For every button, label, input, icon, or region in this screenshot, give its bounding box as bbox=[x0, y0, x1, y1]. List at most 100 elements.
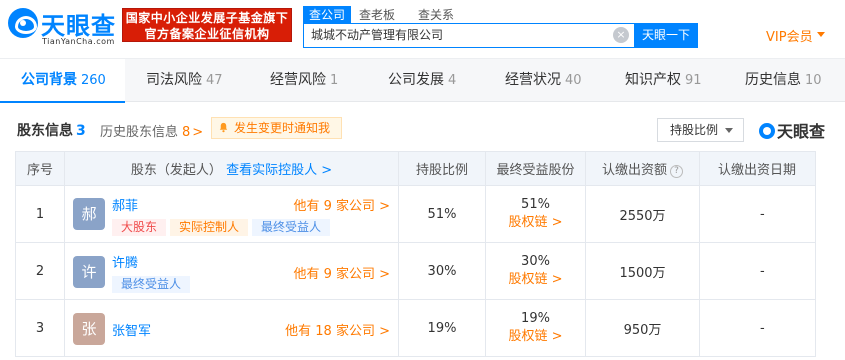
col-holder-header: 股东（发起人） 查看实际控股人 > bbox=[64, 151, 399, 186]
section-nav: 公司背景 260 司法风险 47 经营风险 1 公司发展 4 经营状况 40 知识产权 91… bbox=[0, 58, 845, 103]
other-companies-link[interactable]: 他有 18 家公司 > bbox=[285, 320, 390, 339]
holder-name-link[interactable]: 许腾 bbox=[112, 252, 138, 271]
capital-header-label: 认缴出资额 bbox=[601, 163, 667, 178]
nav-company-background[interactable]: 公司背景 260 bbox=[0, 59, 125, 103]
nav-count: 260 bbox=[81, 73, 106, 88]
nav-count: 47 bbox=[206, 73, 223, 88]
search-input[interactable]: 城城不动产管理有限公司 bbox=[303, 23, 635, 48]
equity-chain-link[interactable]: 股权链 > bbox=[486, 328, 585, 346]
final-benefit-value: 30% bbox=[521, 254, 550, 269]
view-actual-controller-link[interactable]: 查看实际控股人 > bbox=[226, 163, 332, 178]
history-count: 8 bbox=[182, 125, 191, 140]
chevron-right-icon: > bbox=[192, 125, 204, 140]
final-benefit-value: 51% bbox=[521, 197, 550, 212]
site-header: 天眼查 TianYanCha.com 国家中小企业发展子基金旗下 官方备案企业征… bbox=[0, 0, 845, 58]
equity-chain-link[interactable]: 股权链 > bbox=[486, 214, 585, 232]
col-ratio-header: 持股比例 bbox=[398, 151, 486, 186]
search-button[interactable]: 天眼一下 bbox=[634, 23, 698, 48]
clear-search-icon[interactable]: × bbox=[613, 27, 629, 43]
ratio-sort-select[interactable]: 持股比例 bbox=[657, 118, 744, 142]
holder-tags: 大股东 实际控制人 最终受益人 bbox=[112, 218, 334, 236]
row-index: 1 bbox=[15, 185, 65, 243]
chevron-down-icon bbox=[725, 128, 733, 133]
ratio-select-label: 持股比例 bbox=[670, 123, 719, 137]
logo-text: 天眼查 bbox=[41, 12, 116, 40]
badge-line-1: 国家中小企业发展子基金旗下 bbox=[125, 11, 289, 25]
date-cell: - bbox=[699, 185, 816, 243]
ratio-cell: 51% bbox=[398, 185, 486, 243]
date-cell: - bbox=[699, 242, 816, 300]
logo-subtitle: TianYanCha.com bbox=[42, 37, 115, 46]
holder-tags: 最终受益人 bbox=[112, 275, 194, 293]
col-capital-header: 认缴出资额? bbox=[585, 151, 700, 186]
final-benefit-cell: 19% 股权链 > bbox=[485, 299, 586, 357]
ratio-cell: 19% bbox=[398, 299, 486, 357]
tab-search-boss[interactable]: 查老板 bbox=[359, 6, 395, 24]
other-companies-link[interactable]: 他有 9 家公司 > bbox=[293, 263, 390, 282]
notify-on-change-button[interactable]: 发生变更时通知我 bbox=[211, 117, 342, 139]
table-row: 2 许 许腾 他有 9 家公司 > 最终受益人 30% 30% 股权链 > 15… bbox=[15, 242, 845, 300]
vip-caret-down-icon[interactable] bbox=[817, 32, 825, 37]
row-index: 3 bbox=[15, 299, 65, 357]
capital-cell: 950万 bbox=[585, 299, 700, 357]
nav-count: 10 bbox=[805, 73, 822, 88]
capital-cell: 1500万 bbox=[585, 242, 700, 300]
nav-history-info[interactable]: 历史信息 10 bbox=[745, 59, 822, 101]
nav-label: 知识产权 bbox=[625, 72, 681, 88]
holder-cell: 张 张智军 他有 18 家公司 > bbox=[64, 299, 399, 357]
capital-cell: 2550万 bbox=[585, 185, 700, 243]
date-cell: - bbox=[699, 299, 816, 357]
tag-final-beneficiary: 最终受益人 bbox=[252, 218, 331, 236]
shareholder-table: 序号 股东（发起人） 查看实际控股人 > 持股比例 最终受益股份 认缴出资额? … bbox=[15, 151, 845, 357]
other-companies-link[interactable]: 他有 9 家公司 > bbox=[293, 195, 390, 214]
bell-icon bbox=[219, 122, 228, 133]
tag-major-shareholder: 大股东 bbox=[112, 218, 167, 236]
tag-final-beneficiary: 最终受益人 bbox=[112, 275, 191, 293]
table-row: 1 郝 郝菲 他有 9 家公司 > 大股东 实际控制人 最终受益人 51% 51% … bbox=[15, 185, 845, 243]
vip-member-link[interactable]: VIP会员 bbox=[766, 26, 813, 45]
col-date-header: 认缴出资日期 bbox=[699, 151, 816, 186]
nav-count: 4 bbox=[448, 73, 457, 88]
credential-badge[interactable]: 国家中小企业发展子基金旗下 官方备案企业征信机构 bbox=[122, 8, 292, 42]
avatar[interactable]: 郝 bbox=[73, 197, 105, 230]
shareholder-section-title: 股东信息 3 bbox=[17, 120, 86, 140]
final-benefit-cell: 51% 股权链 > bbox=[485, 185, 586, 243]
history-shareholder-link[interactable]: 历史股东信息 8 > bbox=[100, 121, 203, 140]
nav-company-development[interactable]: 公司发展 4 bbox=[388, 59, 456, 101]
holder-name-link[interactable]: 郝菲 bbox=[112, 195, 138, 214]
nav-label: 经营状况 bbox=[505, 72, 561, 88]
ratio-cell: 30% bbox=[398, 242, 486, 300]
nav-label: 历史信息 bbox=[745, 72, 801, 88]
nav-count: 1 bbox=[330, 73, 339, 88]
avatar[interactable]: 许 bbox=[73, 255, 105, 288]
tab-search-company[interactable]: 查公司 bbox=[303, 6, 352, 24]
equity-chain-link[interactable]: 股权链 > bbox=[486, 271, 585, 289]
notify-label: 发生变更时通知我 bbox=[234, 121, 331, 135]
nav-judicial-risk[interactable]: 司法风险 47 bbox=[146, 59, 223, 101]
help-icon[interactable]: ? bbox=[670, 165, 683, 178]
watermark-text: 天眼查 bbox=[777, 122, 826, 141]
history-label: 历史股东信息 bbox=[100, 125, 179, 140]
nav-operation-status[interactable]: 经营状况 40 bbox=[505, 59, 582, 101]
nav-count: 91 bbox=[685, 73, 702, 88]
site-logo[interactable]: 天眼查 TianYanCha.com bbox=[8, 6, 118, 50]
badge-line-2: 官方备案企业征信机构 bbox=[144, 27, 270, 41]
logo-eye-icon bbox=[759, 123, 775, 139]
nav-intellectual-property[interactable]: 知识产权 91 bbox=[625, 59, 702, 101]
final-benefit-cell: 30% 股权链 > bbox=[485, 242, 586, 300]
nav-label: 经营风险 bbox=[270, 72, 326, 88]
nav-operation-risk[interactable]: 经营风险 1 bbox=[270, 59, 338, 101]
nav-count: 40 bbox=[565, 73, 582, 88]
row-index: 2 bbox=[15, 242, 65, 300]
nav-label: 司法风险 bbox=[146, 72, 202, 88]
tag-actual-controller: 实际控制人 bbox=[170, 218, 249, 236]
table-header-row: 序号 股东（发起人） 查看实际控股人 > 持股比例 最终受益股份 认缴出资额? … bbox=[15, 151, 845, 186]
avatar[interactable]: 张 bbox=[73, 312, 105, 345]
tab-search-relation[interactable]: 查关系 bbox=[418, 6, 454, 24]
logo-eye-icon bbox=[8, 8, 38, 38]
holder-cell: 郝 郝菲 他有 9 家公司 > 大股东 实际控制人 最终受益人 bbox=[64, 185, 399, 243]
section-count: 3 bbox=[76, 123, 86, 139]
section-title-text: 股东信息 bbox=[17, 123, 73, 139]
holder-name-link[interactable]: 张智军 bbox=[112, 320, 151, 339]
col-final-header: 最终受益股份 bbox=[485, 151, 586, 186]
